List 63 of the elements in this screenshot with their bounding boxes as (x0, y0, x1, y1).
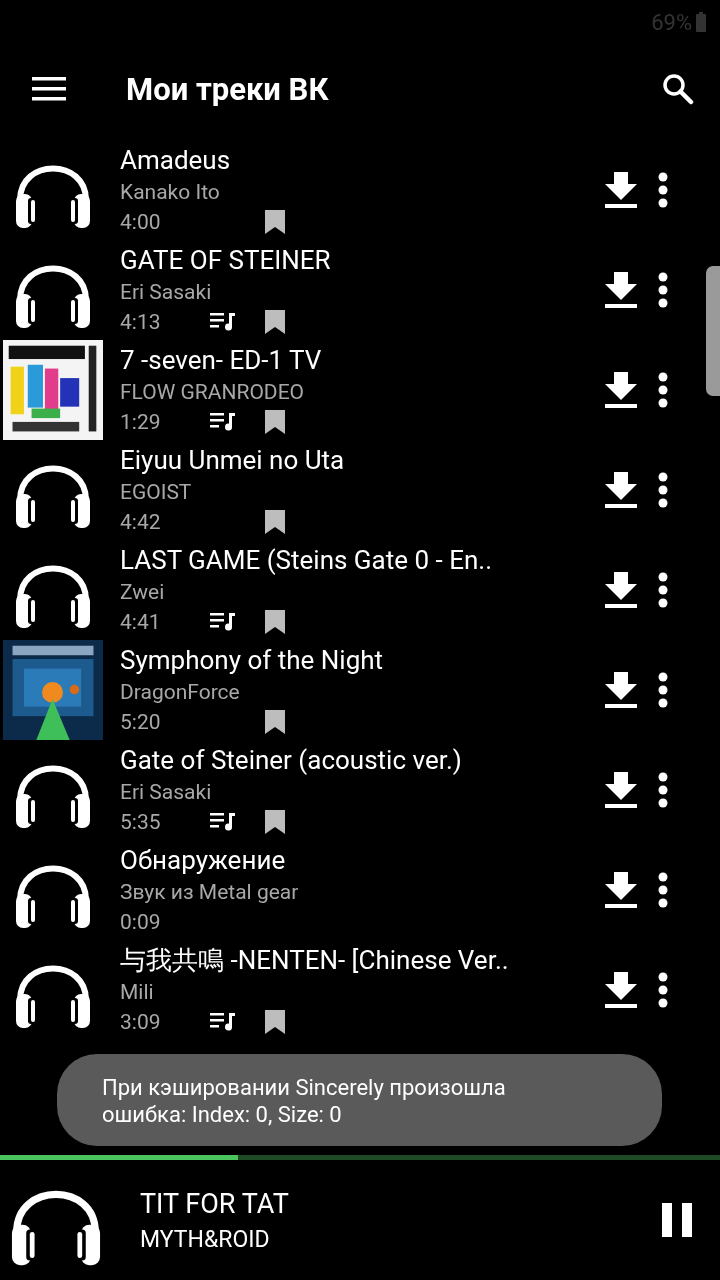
track-duration: 4:13 (120, 309, 162, 336)
more-icon[interactable] (658, 572, 668, 608)
track-title: 与我共鳴 -NENTEN- [Chinese Ver.. (120, 944, 510, 977)
battery-icon (696, 12, 706, 32)
track-duration: 4:41 (120, 609, 162, 636)
bookmark-icon[interactable] (265, 510, 285, 534)
track-title: 7 -seven- ED-1 TV (120, 344, 323, 377)
track-duration: 5:20 (120, 709, 162, 736)
track-artist: DragonForce (120, 679, 241, 706)
scrollbar[interactable] (706, 266, 720, 396)
track-title: LAST GAME (Steins Gate 0 - En.. (120, 544, 493, 577)
menu-icon[interactable] (32, 77, 66, 101)
download-icon[interactable] (604, 272, 638, 308)
more-icon[interactable] (658, 172, 668, 208)
search-icon[interactable] (662, 73, 694, 105)
track-duration: 4:42 (120, 509, 162, 536)
track-title: Symphony of the Night (120, 644, 385, 677)
download-icon[interactable] (604, 672, 638, 708)
track-artist: Zwei (120, 579, 166, 606)
download-icon[interactable] (604, 472, 638, 508)
track-title: Обнаружение (120, 844, 287, 877)
error-toast: При кэшировании Sincerely произошла ошибка: Index: 0, Size: 0 (57, 1054, 662, 1146)
track-artist: Звук из Metal gear (120, 879, 300, 906)
more-icon[interactable] (658, 472, 668, 508)
bookmark-icon[interactable] (265, 410, 285, 434)
screen-title: Мои треки ВК (126, 70, 330, 108)
download-icon[interactable] (604, 572, 638, 608)
track-duration: 0:09 (120, 909, 162, 936)
more-icon[interactable] (658, 872, 668, 908)
track-artist: Kanako Ito (120, 179, 221, 206)
track-artist: Mili (120, 979, 155, 1006)
track-title: Amadeus (120, 144, 232, 177)
download-icon[interactable] (604, 372, 638, 408)
bookmark-icon[interactable] (265, 310, 285, 334)
track-title: Gate of Steiner (acoustic ver.) (120, 744, 463, 777)
track-title: GATE OF STEINER (120, 244, 332, 277)
now-playing-artist: MYTH&ROID (140, 1225, 271, 1253)
track-artist: Eri Sasaki (120, 779, 213, 806)
bookmark-icon[interactable] (265, 710, 285, 734)
track-duration: 1:29 (120, 409, 162, 436)
track-artist: EGOIST (120, 479, 193, 506)
bookmark-icon[interactable] (265, 1010, 285, 1034)
more-icon[interactable] (658, 672, 668, 708)
more-icon[interactable] (658, 372, 668, 408)
track-title: Eiyuu Unmei no Uta (120, 444, 346, 477)
bookmark-icon[interactable] (265, 610, 285, 634)
more-icon[interactable] (658, 772, 668, 808)
progress-bar[interactable] (0, 1155, 720, 1160)
more-icon[interactable] (658, 272, 668, 308)
track-duration: 3:09 (120, 1009, 162, 1036)
download-icon[interactable] (604, 172, 638, 208)
download-icon[interactable] (604, 972, 638, 1008)
download-icon[interactable] (604, 772, 638, 808)
download-icon[interactable] (604, 872, 638, 908)
bookmark-icon[interactable] (265, 210, 285, 234)
bookmark-icon[interactable] (265, 810, 285, 834)
pause-icon[interactable] (662, 1203, 692, 1237)
now-playing-title: TIT FOR TAT (140, 1187, 290, 1220)
more-icon[interactable] (658, 972, 668, 1008)
track-duration: 5:35 (120, 809, 162, 836)
track-artist: Eri Sasaki (120, 279, 213, 306)
track-artist: FLOW GRANRODEO (120, 379, 306, 406)
track-duration: 4:00 (120, 209, 162, 236)
